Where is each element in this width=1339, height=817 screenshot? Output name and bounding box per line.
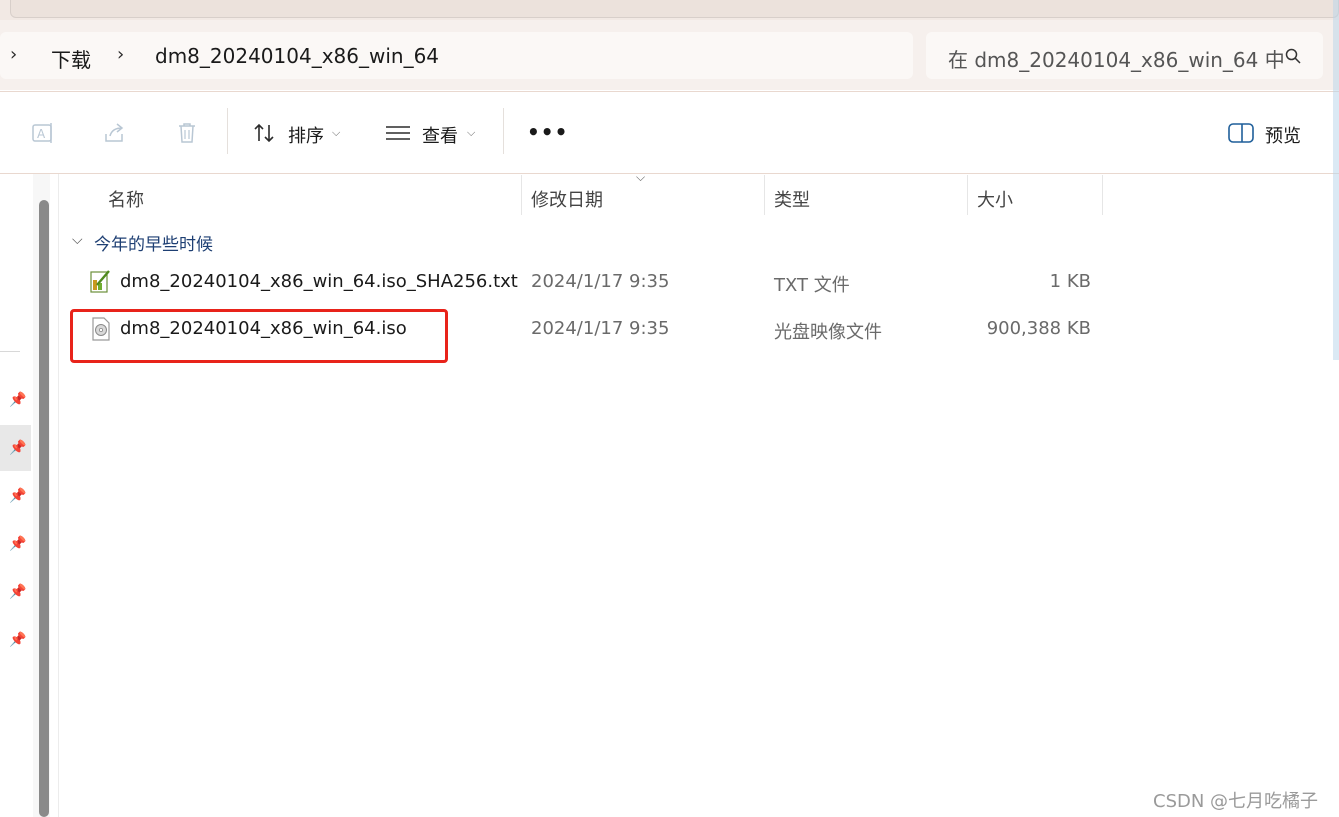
nav-separator [0, 351, 20, 352]
view-icon[interactable] [386, 124, 410, 142]
pin-icon[interactable]: 📌 [9, 487, 27, 505]
file-type: TXT 文件 [774, 275, 850, 296]
column-header-size[interactable]: 大小 [977, 186, 1013, 212]
chevron-down-icon[interactable]: ⌵ [467, 126, 475, 140]
column-separator[interactable] [764, 175, 765, 215]
pin-icon[interactable]: 📌 [9, 535, 27, 553]
chevron-right-icon[interactable]: › [10, 44, 17, 65]
view-button[interactable]: 查看 [422, 122, 458, 148]
svg-text:A: A [37, 127, 46, 141]
tab-strip [0, 0, 1339, 20]
sort-button[interactable]: 排序 [288, 122, 324, 148]
file-modified: 2024/1/17 9:35 [531, 318, 670, 339]
toolbar-separator [503, 108, 504, 154]
text-file-icon [90, 270, 110, 293]
pin-icon[interactable]: 📌 [9, 391, 27, 409]
file-name[interactable]: dm8_20240104_x86_win_64.iso_SHA256.txt [120, 271, 518, 292]
group-header[interactable]: 今年的早些时候 [94, 230, 213, 255]
sort-icon[interactable] [252, 121, 278, 145]
column-separator[interactable] [521, 175, 522, 215]
file-modified: 2024/1/17 9:35 [531, 271, 670, 292]
file-size: 1 KB [1049, 271, 1091, 292]
command-bar [0, 91, 1339, 174]
pin-icon[interactable]: 📌 [9, 439, 27, 457]
breadcrumb[interactable] [0, 32, 913, 79]
toolbar-separator [227, 108, 228, 154]
search-placeholder: 在 dm8_20240104_x86_win_64 中 [948, 48, 1285, 72]
share-icon[interactable] [102, 120, 128, 146]
pin-icon[interactable]: 📌 [9, 583, 27, 601]
breadcrumb-item-folder[interactable]: dm8_20240104_x86_win_64 [155, 44, 439, 68]
pane-divider[interactable] [58, 174, 59, 817]
chevron-right-icon[interactable]: › [117, 44, 124, 65]
more-options-button[interactable]: ••• [527, 120, 568, 144]
column-separator[interactable] [967, 175, 968, 215]
breadcrumb-item-downloads[interactable]: 下载 [51, 44, 91, 73]
search-icon[interactable] [1285, 48, 1301, 64]
column-header-name[interactable]: 名称 [108, 186, 144, 212]
file-size: 900,388 KB [986, 318, 1091, 339]
group-collapse-chevron-icon[interactable]: ⌵ [72, 232, 83, 248]
tab-edge [10, 0, 1339, 18]
column-header-modified[interactable]: 修改日期 [531, 186, 603, 212]
column-separator[interactable] [1102, 175, 1103, 215]
pin-icon[interactable]: 📌 [9, 631, 27, 649]
sort-indicator-icon: ⌵ [636, 170, 646, 184]
watermark: CSDN @七月吃橘子 [1153, 791, 1319, 812]
delete-icon[interactable] [174, 120, 200, 146]
scrollbar-thumb[interactable] [39, 200, 49, 817]
window-edge [1333, 0, 1339, 360]
rename-icon[interactable]: A [30, 120, 56, 146]
preview-pane-icon[interactable] [1228, 123, 1254, 143]
highlight-annotation [70, 309, 448, 363]
chevron-down-icon[interactable]: ⌵ [332, 126, 340, 140]
column-header-type[interactable]: 类型 [774, 186, 810, 212]
preview-button[interactable]: 预览 [1265, 122, 1301, 148]
file-type: 光盘映像文件 [774, 322, 882, 343]
